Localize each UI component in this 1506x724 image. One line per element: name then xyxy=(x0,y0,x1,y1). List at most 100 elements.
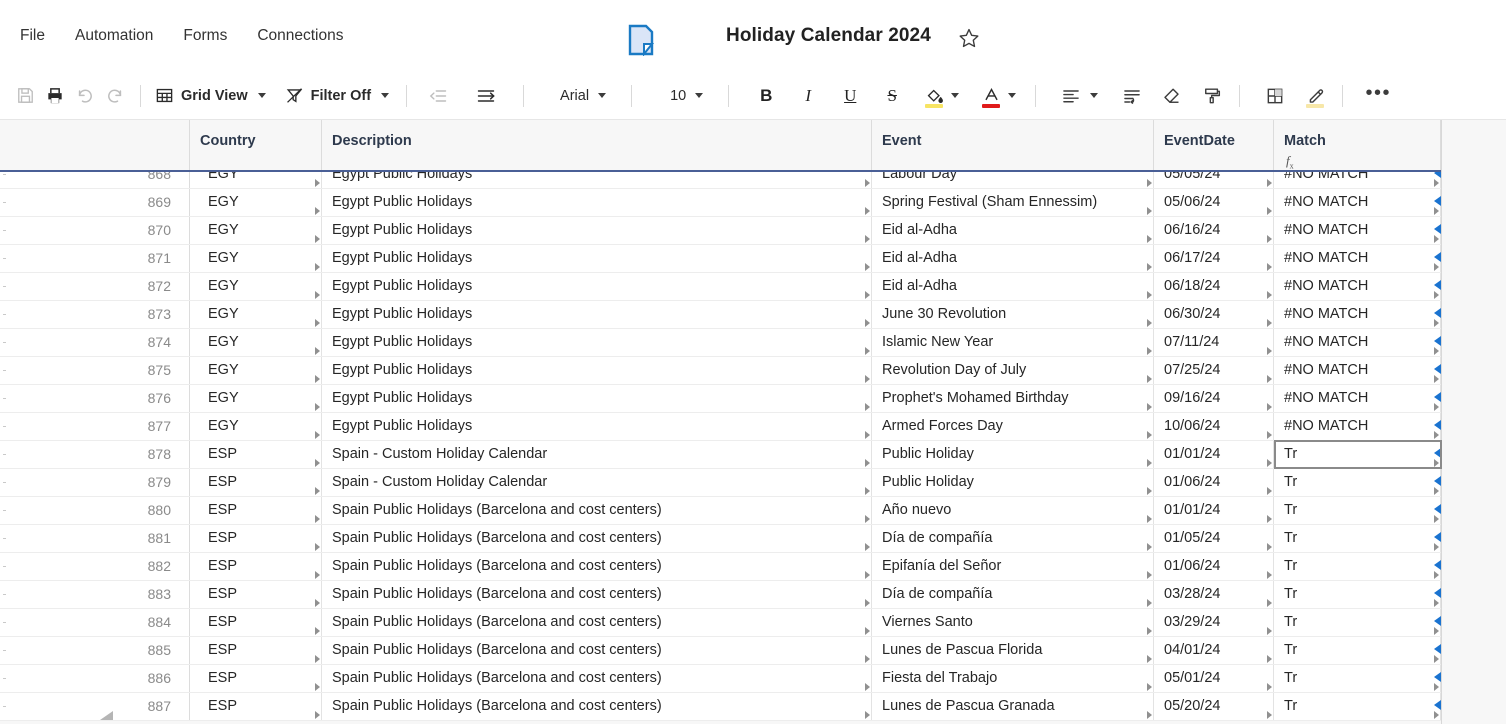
horizontal-scroll-handle[interactable] xyxy=(100,711,113,720)
row-expand-marker-icon[interactable] xyxy=(1434,448,1441,458)
table-row[interactable]: 872 EGY Egypt Public Holidays Eid al-Adha 06… xyxy=(0,273,1441,301)
format-painter-icon[interactable] xyxy=(1197,81,1227,111)
more-options-icon[interactable]: ••• xyxy=(1363,81,1393,111)
row-expand-marker-icon[interactable] xyxy=(1434,700,1441,710)
cell-eventdate[interactable]: 03/29/24 xyxy=(1154,609,1274,636)
cell-eventdate[interactable]: 06/18/24 xyxy=(1154,273,1274,300)
cell-match[interactable]: Tr xyxy=(1274,525,1441,552)
cell-country[interactable]: EGY xyxy=(190,357,322,384)
cell-country[interactable]: ESP xyxy=(190,637,322,664)
cell-eventdate[interactable]: 05/06/24 xyxy=(1154,189,1274,216)
cell-country[interactable]: ESP xyxy=(190,609,322,636)
table-row[interactable]: 870 EGY Egypt Public Holidays Eid al-Adha 06… xyxy=(0,217,1441,245)
column-header-event[interactable]: Event xyxy=(872,120,1154,170)
cell-description[interactable]: Spain Public Holidays (Barcelona and cos… xyxy=(322,609,872,636)
cell-match[interactable]: #NO MATCH xyxy=(1274,217,1441,244)
row-expand-marker-icon[interactable] xyxy=(1434,420,1441,430)
highlighter-icon[interactable] xyxy=(1300,81,1330,111)
cell-description[interactable]: Spain Public Holidays (Barcelona and cos… xyxy=(322,693,872,720)
indent-decrease-icon[interactable] xyxy=(423,81,453,111)
row-expand-marker-icon[interactable] xyxy=(1434,364,1441,374)
fill-color-button[interactable] xyxy=(919,81,949,111)
table-row[interactable]: 874 EGY Egypt Public Holidays Islamic New Y… xyxy=(0,329,1441,357)
save-disk-icon[interactable] xyxy=(10,81,40,111)
table-row[interactable]: 882 ESP Spain Public Holidays (Barcelona a… xyxy=(0,553,1441,581)
table-row[interactable]: 868 EGY Egypt Public Holidays Labour Day 05/… xyxy=(0,172,1441,189)
cell-match[interactable]: Tr xyxy=(1274,469,1441,496)
row-expand-marker-icon[interactable] xyxy=(1434,392,1441,402)
cell-event[interactable]: Spring Festival (Sham Ennessim) xyxy=(872,189,1154,216)
table-row[interactable]: 878 ESP Spain - Custom Holiday Calendar Pub… xyxy=(0,441,1441,469)
indent-increase-icon[interactable] xyxy=(471,81,501,111)
cell-eventdate[interactable]: 07/11/24 xyxy=(1154,329,1274,356)
table-row[interactable]: 869 EGY Egypt Public Holidays Spring Festiv… xyxy=(0,189,1441,217)
eraser-icon[interactable] xyxy=(1157,81,1187,111)
cell-country[interactable]: EGY xyxy=(190,189,322,216)
row-expand-marker-icon[interactable] xyxy=(1434,196,1441,206)
menu-file[interactable]: File xyxy=(20,27,45,45)
cell-match[interactable]: Tr xyxy=(1274,581,1441,608)
cell-eventdate[interactable]: 05/20/24 xyxy=(1154,693,1274,720)
star-outline-icon[interactable] xyxy=(958,27,980,49)
align-chevron-down-icon[interactable] xyxy=(1090,93,1099,98)
row-expand-marker-icon[interactable] xyxy=(1434,644,1441,654)
italic-button[interactable]: I xyxy=(793,81,823,111)
row-expand-marker-icon[interactable] xyxy=(1434,672,1441,682)
cell-eventdate[interactable]: 01/05/24 xyxy=(1154,525,1274,552)
text-wrap-icon[interactable] xyxy=(1117,81,1147,111)
cell-match[interactable]: Tr xyxy=(1274,609,1441,636)
cell-description[interactable]: Spain Public Holidays (Barcelona and cos… xyxy=(322,637,872,664)
column-header-description[interactable]: Description xyxy=(322,120,872,170)
cell-event[interactable]: Eid al-Adha xyxy=(872,245,1154,272)
row-expand-marker-icon[interactable] xyxy=(1434,588,1441,598)
cell-match[interactable]: #NO MATCH xyxy=(1274,385,1441,412)
font-family-selector[interactable]: Arial xyxy=(550,85,613,107)
table-row[interactable]: 871 EGY Egypt Public Holidays Eid al-Adha 06… xyxy=(0,245,1441,273)
cell-event[interactable]: Labour Day xyxy=(872,172,1154,188)
table-row[interactable]: 880 ESP Spain Public Holidays (Barcelona a… xyxy=(0,497,1441,525)
cell-description[interactable]: Spain Public Holidays (Barcelona and cos… xyxy=(322,665,872,692)
print-icon[interactable] xyxy=(40,81,70,111)
cell-event[interactable]: Eid al-Adha xyxy=(872,217,1154,244)
cell-match[interactable]: Tr xyxy=(1274,441,1441,468)
cell-event[interactable]: Public Holiday xyxy=(872,469,1154,496)
menu-connections[interactable]: Connections xyxy=(257,27,343,45)
row-expand-marker-icon[interactable] xyxy=(1434,308,1441,318)
cell-event[interactable]: Public Holiday xyxy=(872,441,1154,468)
cell-description[interactable]: Egypt Public Holidays xyxy=(322,357,872,384)
cell-event[interactable]: Año nuevo xyxy=(872,497,1154,524)
bold-button[interactable]: B xyxy=(751,81,781,111)
align-left-icon[interactable] xyxy=(1056,81,1086,111)
cell-country[interactable]: EGY xyxy=(190,329,322,356)
cell-description[interactable]: Spain Public Holidays (Barcelona and cos… xyxy=(322,497,872,524)
cell-eventdate[interactable]: 09/16/24 xyxy=(1154,385,1274,412)
cell-event[interactable]: Lunes de Pascua Florida xyxy=(872,637,1154,664)
cell-match[interactable]: #NO MATCH xyxy=(1274,413,1441,440)
undo-arrow-icon[interactable] xyxy=(70,81,100,111)
menu-automation[interactable]: Automation xyxy=(75,27,153,45)
cell-match[interactable]: #NO MATCH xyxy=(1274,301,1441,328)
row-expand-marker-icon[interactable] xyxy=(1434,280,1441,290)
cell-match[interactable]: #NO MATCH xyxy=(1274,189,1441,216)
cell-eventdate[interactable]: 01/06/24 xyxy=(1154,553,1274,580)
cell-country[interactable]: ESP xyxy=(190,581,322,608)
table-row[interactable]: 881 ESP Spain Public Holidays (Barcelona a… xyxy=(0,525,1441,553)
cell-country[interactable]: ESP xyxy=(190,441,322,468)
text-color-chevron-down-icon[interactable] xyxy=(1008,93,1017,98)
cell-description[interactable]: Egypt Public Holidays xyxy=(322,301,872,328)
cell-match[interactable]: #NO MATCH xyxy=(1274,329,1441,356)
cell-event[interactable]: Prophet's Mohamed Birthday xyxy=(872,385,1154,412)
table-row[interactable]: 886 ESP Spain Public Holidays (Barcelona a… xyxy=(0,665,1441,693)
cell-country[interactable]: EGY xyxy=(190,172,322,188)
cell-eventdate[interactable]: 04/01/24 xyxy=(1154,637,1274,664)
row-expand-marker-icon[interactable] xyxy=(1434,560,1441,570)
row-expand-marker-icon[interactable] xyxy=(1434,172,1441,178)
redo-arrow-icon[interactable] xyxy=(100,81,130,111)
cell-description[interactable]: Spain - Custom Holiday Calendar xyxy=(322,469,872,496)
cell-country[interactable]: EGY xyxy=(190,217,322,244)
cell-match[interactable]: #NO MATCH xyxy=(1274,245,1441,272)
underline-button[interactable]: U xyxy=(835,81,865,111)
table-row[interactable]: 885 ESP Spain Public Holidays (Barcelona a… xyxy=(0,637,1441,665)
cell-description[interactable]: Spain Public Holidays (Barcelona and cos… xyxy=(322,525,872,552)
cell-event[interactable]: Día de compañía xyxy=(872,525,1154,552)
